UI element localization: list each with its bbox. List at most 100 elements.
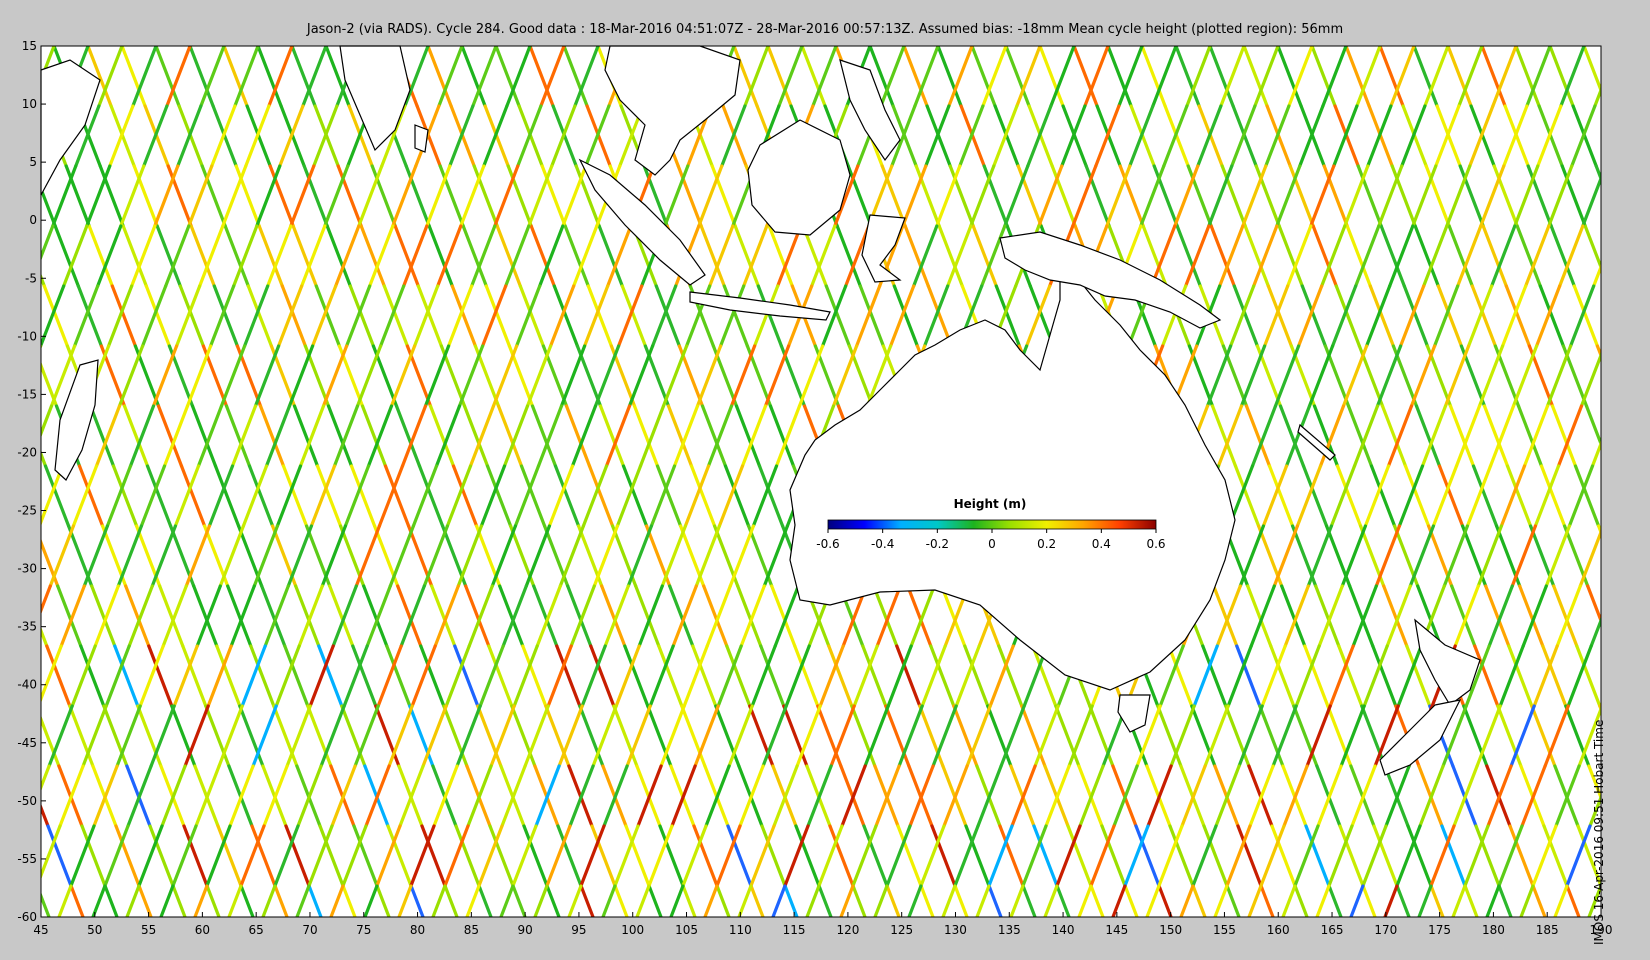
lon-tick-label: 100 <box>621 923 644 937</box>
track-segment <box>1619 226 1642 286</box>
lat-tick-label: -45 <box>17 736 37 750</box>
track-segment <box>0 586 13 646</box>
track-segment <box>0 46 20 106</box>
track-segment <box>1634 706 1650 766</box>
sri-lanka <box>414 124 429 153</box>
track-segment <box>1 526 24 586</box>
lon-tick-label: 165 <box>1321 923 1344 937</box>
track-segment <box>0 346 7 406</box>
track-segment <box>0 226 10 286</box>
lat-tick-label: 0 <box>29 213 37 227</box>
lon-tick-label: 160 <box>1267 923 1290 937</box>
track-segment <box>1596 524 1601 537</box>
track-segment <box>0 406 18 466</box>
track-segment <box>1635 826 1650 886</box>
lon-tick-label: 130 <box>944 923 967 937</box>
track-segment <box>1646 826 1650 886</box>
lon-tick-label: 125 <box>890 923 913 937</box>
colorbar-tick-label: 0.4 <box>1092 537 1111 551</box>
track-segment <box>1623 886 1635 917</box>
lat-tick-label: -10 <box>17 329 37 343</box>
track-segment <box>0 766 14 826</box>
lat-tick-label: -35 <box>17 620 37 634</box>
colorbar-tick-label: 0.2 <box>1037 537 1056 551</box>
track-segment <box>1621 406 1644 466</box>
track-segment <box>0 646 2 706</box>
lon-tick-label: 180 <box>1482 923 1505 937</box>
colorbar-tick-label: -0.2 <box>926 537 949 551</box>
track-segment <box>1631 346 1650 406</box>
track-segment <box>0 166 21 226</box>
lon-tick-label: 85 <box>464 923 479 937</box>
lon-tick-label: 185 <box>1536 923 1559 937</box>
track-segment <box>1616 346 1639 406</box>
lon-tick-label: 140 <box>1052 923 1075 937</box>
track-segment <box>0 766 15 826</box>
lat-tick-label: -5 <box>25 271 37 285</box>
lat-tick-label: -50 <box>17 794 37 808</box>
track-segment <box>4 646 27 706</box>
track-segment <box>0 526 5 586</box>
plot-area: 45 50 55 60 65 70 75 80 85 90 95 100 105 110 115 120 125… <box>0 39 1650 937</box>
lon-tick-label: 150 <box>1159 923 1182 937</box>
lon-tick-label: 50 <box>87 923 102 937</box>
colorbar-tick-label: -0.6 <box>816 537 839 551</box>
lon-tick-label: 145 <box>1105 923 1128 937</box>
track-segment <box>1641 106 1650 166</box>
track-segment <box>1625 586 1648 646</box>
track-segment <box>1611 646 1634 706</box>
track-segment <box>1612 826 1635 886</box>
track-segment <box>1605 286 1628 346</box>
colorbar-tick-label: 0.6 <box>1146 537 1165 551</box>
lat-tick-label: -55 <box>17 852 37 866</box>
lon-tick-label: 115 <box>783 923 806 937</box>
track-segment <box>1606 106 1629 166</box>
lat-tick-label: -15 <box>17 387 37 401</box>
track-segment <box>1644 466 1650 526</box>
track-segment <box>1640 106 1650 166</box>
track-segment <box>0 46 9 106</box>
track-segment <box>1636 646 1650 706</box>
lon-tick-label: 120 <box>836 923 859 937</box>
lat-tick-label: 15 <box>22 39 37 53</box>
lat-tick-label: 10 <box>22 97 37 111</box>
colorbar-tick-label: -0.4 <box>871 537 894 551</box>
lon-tick-label: 95 <box>571 923 586 937</box>
lat-tick-label: -20 <box>17 445 37 459</box>
track-segment <box>1635 886 1647 917</box>
track-segment <box>0 466 1 526</box>
lon-tick-label: 175 <box>1428 923 1451 937</box>
altimetry-map: 45 50 55 60 65 70 75 80 85 90 95 100 105 110 115 120 125… <box>0 39 1650 937</box>
lon-tick-label: 45 <box>33 923 48 937</box>
track-segment <box>1628 226 1650 286</box>
track-segment <box>1629 46 1650 106</box>
lat-tick-label: -25 <box>17 504 37 518</box>
lon-tick-label: 60 <box>195 923 210 937</box>
lon-tick-label: 170 <box>1374 923 1397 937</box>
track-segment <box>1600 704 1601 708</box>
track-segment <box>0 406 12 466</box>
track-segment <box>1617 166 1640 226</box>
lon-tick-label: 75 <box>356 923 371 937</box>
lon-tick-label: 110 <box>729 923 752 937</box>
lat-tick-label: 5 <box>29 155 37 169</box>
lat-tick-label: -60 <box>17 910 37 924</box>
track-segment <box>1622 586 1645 646</box>
track-segment <box>1607 106 1630 166</box>
track-segment <box>1610 466 1633 526</box>
track-segment <box>1608 286 1631 346</box>
lat-tick-label: -40 <box>17 678 37 692</box>
lon-tick-label: 65 <box>249 923 264 937</box>
track-segment <box>0 886 3 917</box>
track-segment <box>1623 766 1646 826</box>
lon-tick-label: 90 <box>517 923 532 937</box>
credit-label: IMOS 16-Apr-2016 09:51 Hobart Time <box>1592 719 1606 945</box>
track-segment <box>0 586 16 646</box>
track-segment <box>0 826 3 886</box>
track-segment <box>41 525 42 527</box>
track-segment <box>1639 286 1650 346</box>
track-segment <box>0 226 19 286</box>
track-segment <box>8 106 31 166</box>
track-segment <box>1624 766 1647 826</box>
lon-tick-label: 135 <box>998 923 1021 937</box>
